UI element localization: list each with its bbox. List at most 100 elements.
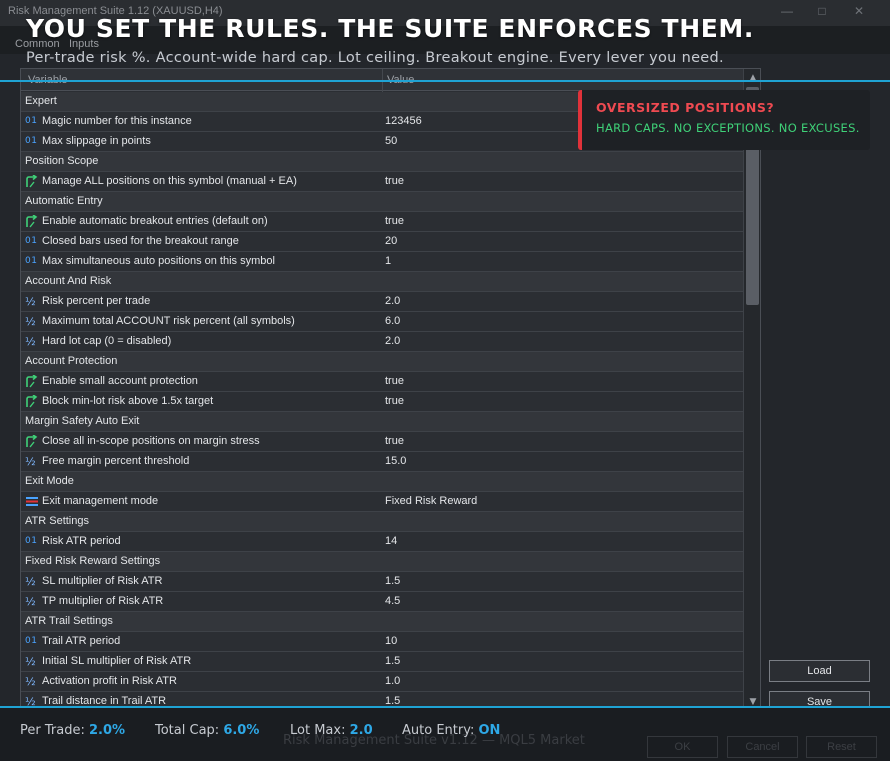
parameter-row[interactable]: 01 Max simultaneous auto positions on thi… — [21, 252, 743, 272]
parameter-value[interactable]: true — [385, 375, 404, 387]
double-type-icon: ½ — [25, 295, 36, 308]
parameter-value[interactable]: 2.0 — [385, 295, 400, 307]
parameter-value[interactable]: 1.5 — [385, 575, 400, 587]
load-button[interactable]: Load — [769, 660, 870, 682]
parameter-value[interactable]: 4.5 — [385, 595, 400, 607]
parameter-row[interactable]: Block min-lot risk above 1.5x target true — [21, 392, 743, 412]
double-type-icon: ½ — [25, 575, 36, 588]
integer-type-icon: 01 — [25, 136, 38, 146]
double-type-icon: ½ — [25, 595, 36, 608]
reset-button[interactable]: Reset — [806, 736, 877, 758]
stat-value: 6.0% — [223, 723, 260, 738]
parameter-row[interactable]: ½ TP multiplier of Risk ATR 4.5 — [21, 592, 743, 612]
vertical-scrollbar[interactable]: ▲ ▼ — [743, 69, 760, 709]
double-type-icon: ½ — [25, 655, 36, 668]
parameter-value[interactable]: 1 — [385, 255, 391, 267]
group-row[interactable]: Position Scope — [21, 152, 743, 172]
parameter-row[interactable]: 01 Closed bars used for the breakout rang… — [21, 232, 743, 252]
parameter-value[interactable]: true — [385, 395, 404, 407]
parameter-row[interactable]: ½ Activation profit in Risk ATR 1.0 — [21, 672, 743, 692]
parameter-name: Free margin percent threshold — [42, 455, 190, 467]
ok-button[interactable]: OK — [647, 736, 718, 758]
parameter-value[interactable]: 10 — [385, 635, 397, 647]
parameter-value[interactable]: 14 — [385, 535, 397, 547]
parameter-value[interactable]: 1.0 — [385, 675, 400, 687]
bool-arrow-icon — [25, 435, 39, 448]
parameter-name: Risk ATR period — [42, 535, 121, 547]
group-row[interactable]: Account And Risk — [21, 272, 743, 292]
group-row[interactable]: Exit Mode — [21, 472, 743, 492]
parameter-name: Risk percent per trade — [42, 295, 151, 307]
parameter-row[interactable]: Exit management mode Fixed Risk Reward — [21, 492, 743, 512]
parameter-row[interactable]: ½ Maximum total ACCOUNT risk percent (all… — [21, 312, 743, 332]
double-type-icon: ½ — [25, 675, 36, 688]
parameter-name: TP multiplier of Risk ATR — [42, 595, 164, 607]
group-label: Account And Risk — [25, 275, 112, 287]
parameter-row[interactable]: 01 Risk ATR period 14 — [21, 532, 743, 552]
parameter-name: Enable small account protection — [42, 375, 198, 387]
parameter-value[interactable]: 1.5 — [385, 655, 400, 667]
group-row[interactable]: Automatic Entry — [21, 192, 743, 212]
stat-value: ON — [478, 723, 501, 738]
parameter-name: Initial SL multiplier of Risk ATR — [42, 655, 192, 667]
parameter-name: Max simultaneous auto positions on this … — [42, 255, 275, 267]
cancel-button[interactable]: Cancel — [727, 736, 798, 758]
parameter-value[interactable]: true — [385, 175, 404, 187]
maximize-icon[interactable]: □ — [815, 4, 829, 18]
parameter-name: Max slippage in points — [42, 135, 151, 147]
parameter-row[interactable]: Manage ALL positions on this symbol (man… — [21, 172, 743, 192]
parameter-value[interactable]: Fixed Risk Reward — [385, 495, 477, 507]
callout-body: HARD CAPS. NO EXCEPTIONS. NO EXCUSES. — [596, 121, 860, 135]
group-row[interactable]: ATR Settings — [21, 512, 743, 532]
parameter-value[interactable]: 123456 — [385, 115, 422, 127]
group-row[interactable]: Fixed Risk Reward Settings — [21, 552, 743, 572]
parameter-name: SL multiplier of Risk ATR — [42, 575, 163, 587]
parameter-value[interactable]: 15.0 — [385, 455, 406, 467]
parameter-row[interactable]: ½ SL multiplier of Risk ATR 1.5 — [21, 572, 743, 592]
parameter-row[interactable]: ½ Risk percent per trade 2.0 — [21, 292, 743, 312]
parameter-value[interactable]: 2.0 — [385, 335, 400, 347]
parameter-row[interactable]: Enable automatic breakout entries (defau… — [21, 212, 743, 232]
parameter-row[interactable]: ½ Free margin percent threshold 15.0 — [21, 452, 743, 472]
group-label: Account Protection — [25, 355, 118, 367]
parameter-name: Hard lot cap (0 = disabled) — [42, 335, 172, 347]
promo-subheadline: Per-trade risk %. Account-wide hard cap.… — [26, 50, 724, 66]
group-label: ATR Trail Settings — [25, 615, 113, 627]
stat-label: Auto Entry: — [402, 723, 475, 738]
integer-type-icon: 01 — [25, 636, 38, 646]
bool-arrow-icon — [25, 395, 39, 408]
parameter-name: Magic number for this instance — [42, 115, 192, 127]
parameter-name: Close all in-scope positions on margin s… — [42, 435, 260, 447]
parameter-row[interactable]: Close all in-scope positions on margin s… — [21, 432, 743, 452]
parameter-value[interactable]: 20 — [385, 235, 397, 247]
parameter-value[interactable]: 50 — [385, 135, 397, 147]
stat-lot-max: Lot Max: 2.0 — [290, 723, 373, 738]
group-label: Position Scope — [25, 155, 99, 167]
parameter-row[interactable]: ½ Hard lot cap (0 = disabled) 2.0 — [21, 332, 743, 352]
parameter-value[interactable]: true — [385, 215, 404, 227]
bool-arrow-icon — [25, 375, 39, 388]
group-row[interactable]: Margin Safety Auto Exit — [21, 412, 743, 432]
app-window: Risk Management Suite 1.12 (XAUUSD,H4) —… — [0, 0, 890, 761]
integer-type-icon: 01 — [25, 116, 38, 126]
scroll-up-icon[interactable]: ▲ — [744, 71, 760, 85]
group-row[interactable]: Account Protection — [21, 352, 743, 372]
parameter-name: Maximum total ACCOUNT risk percent (all … — [42, 315, 295, 327]
group-row[interactable]: ATR Trail Settings — [21, 612, 743, 632]
close-icon[interactable]: ✕ — [852, 4, 866, 18]
group-label: Automatic Entry — [25, 195, 103, 207]
parameter-name: Exit management mode — [42, 495, 159, 507]
parameter-name: Trail ATR period — [42, 635, 121, 647]
parameter-name: Activation profit in Risk ATR — [42, 675, 177, 687]
minimize-icon[interactable]: — — [780, 4, 794, 18]
parameter-row[interactable]: Enable small account protection true — [21, 372, 743, 392]
stat-per-trade: Per Trade: 2.0% — [20, 723, 125, 738]
top-accent-line — [0, 80, 890, 82]
stat-total-cap: Total Cap: 6.0% — [155, 723, 259, 738]
parameter-value[interactable]: 6.0 — [385, 315, 400, 327]
parameter-row[interactable]: 01 Trail ATR period 10 — [21, 632, 743, 652]
double-type-icon: ½ — [25, 455, 36, 468]
parameter-value[interactable]: true — [385, 435, 404, 447]
parameter-row[interactable]: ½ Initial SL multiplier of Risk ATR 1.5 — [21, 652, 743, 672]
stat-label: Total Cap: — [155, 723, 220, 738]
